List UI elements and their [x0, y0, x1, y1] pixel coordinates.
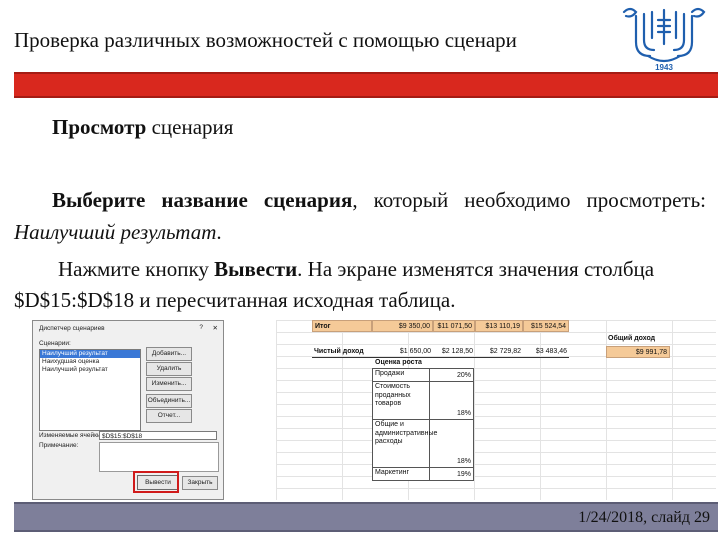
add-scenario-button[interactable]: Добавить...: [146, 347, 192, 361]
changing-cells-field[interactable]: $D$15:$D$18: [99, 431, 217, 440]
close-button[interactable]: Закрыть: [182, 476, 218, 490]
show-button-highlight: [133, 471, 179, 493]
growth-label: Стоимость проданных товаров: [373, 382, 430, 419]
growth-value: 18%: [456, 457, 471, 465]
help-icon[interactable]: ?: [199, 324, 203, 331]
table-row: Общие и административные расходы 18%: [373, 419, 473, 467]
growth-label: Продажи: [373, 369, 430, 381]
net-income-label: Чистый доход: [312, 346, 372, 358]
scenarios-list[interactable]: Наилучший результат Наихудшая оценка Наи…: [39, 349, 141, 431]
instruction-paragraph-2: Нажмите кнопку Вывести. На экране изменя…: [14, 257, 655, 312]
total-row-cell: $11 071,50: [433, 320, 475, 332]
summary-button[interactable]: Отчет...: [146, 409, 192, 423]
slide-title: Проверка различных возможностей с помощь…: [14, 28, 517, 52]
growth-value: 18%: [456, 409, 471, 417]
dialog-title: Диспетчер сценариев: [39, 325, 105, 332]
changing-cells-label: Изменяемые ячейки:: [39, 432, 103, 439]
merge-scenarios-button[interactable]: Объединить...: [146, 394, 192, 408]
table-row: Продажи 20%: [373, 369, 473, 381]
scenario-item[interactable]: Наилучший результат: [40, 350, 140, 358]
scenario-item[interactable]: Наилучший результат: [40, 366, 140, 374]
slide-date-number: 1/24/2018, слайд 29: [578, 509, 710, 526]
footer-bar: 1/24/2018, слайд 29: [14, 502, 718, 532]
edit-scenario-button[interactable]: Изменить...: [146, 377, 192, 391]
total-row-cell: $9 350,00: [372, 320, 433, 332]
total-row-cell: $13 110,19: [475, 320, 523, 332]
university-logo-icon: 1943: [622, 7, 706, 72]
delete-scenario-button[interactable]: Удалить: [146, 362, 192, 376]
scenarios-label: Сценарии:: [39, 340, 71, 347]
table-row: Стоимость проданных товаров 18%: [373, 381, 473, 419]
comment-label: Примечание:: [39, 442, 79, 449]
growth-value: 19%: [456, 470, 471, 478]
net-income-cell: $2 729,82: [475, 346, 523, 358]
title-divider-bar: [14, 72, 718, 98]
growth-table: Продажи 20% Стоимость проданных товаров …: [372, 368, 474, 481]
growth-value: 20%: [456, 371, 471, 379]
table-row: Маркетинг 19%: [373, 467, 473, 480]
total-income-value: $9 991,78: [606, 346, 670, 358]
svg-text:1943: 1943: [655, 63, 673, 72]
growth-label: Маркетинг: [373, 468, 430, 480]
close-icon[interactable]: ✕: [213, 324, 218, 332]
growth-label: Общие и административные расходы: [373, 420, 437, 467]
comment-field[interactable]: [99, 442, 219, 472]
total-income-label: Общий доход: [608, 335, 656, 342]
net-income-cell: $3 483,46: [523, 346, 569, 358]
total-row-label: Итог: [312, 320, 372, 332]
spreadsheet: Итог $9 350,00 $11 071,50 $13 110,19 $15…: [276, 320, 716, 500]
total-row-cell: $15 524,54: [523, 320, 569, 332]
section-heading: Просмотр сценария: [52, 115, 234, 139]
scenario-manager-dialog: Диспетчер сценариев ? ✕ Сценарии: Наилуч…: [32, 320, 224, 500]
instruction-paragraph-1: Выберите название сценария, который необ…: [14, 188, 706, 244]
scenario-item[interactable]: Наихудшая оценка: [40, 358, 140, 366]
